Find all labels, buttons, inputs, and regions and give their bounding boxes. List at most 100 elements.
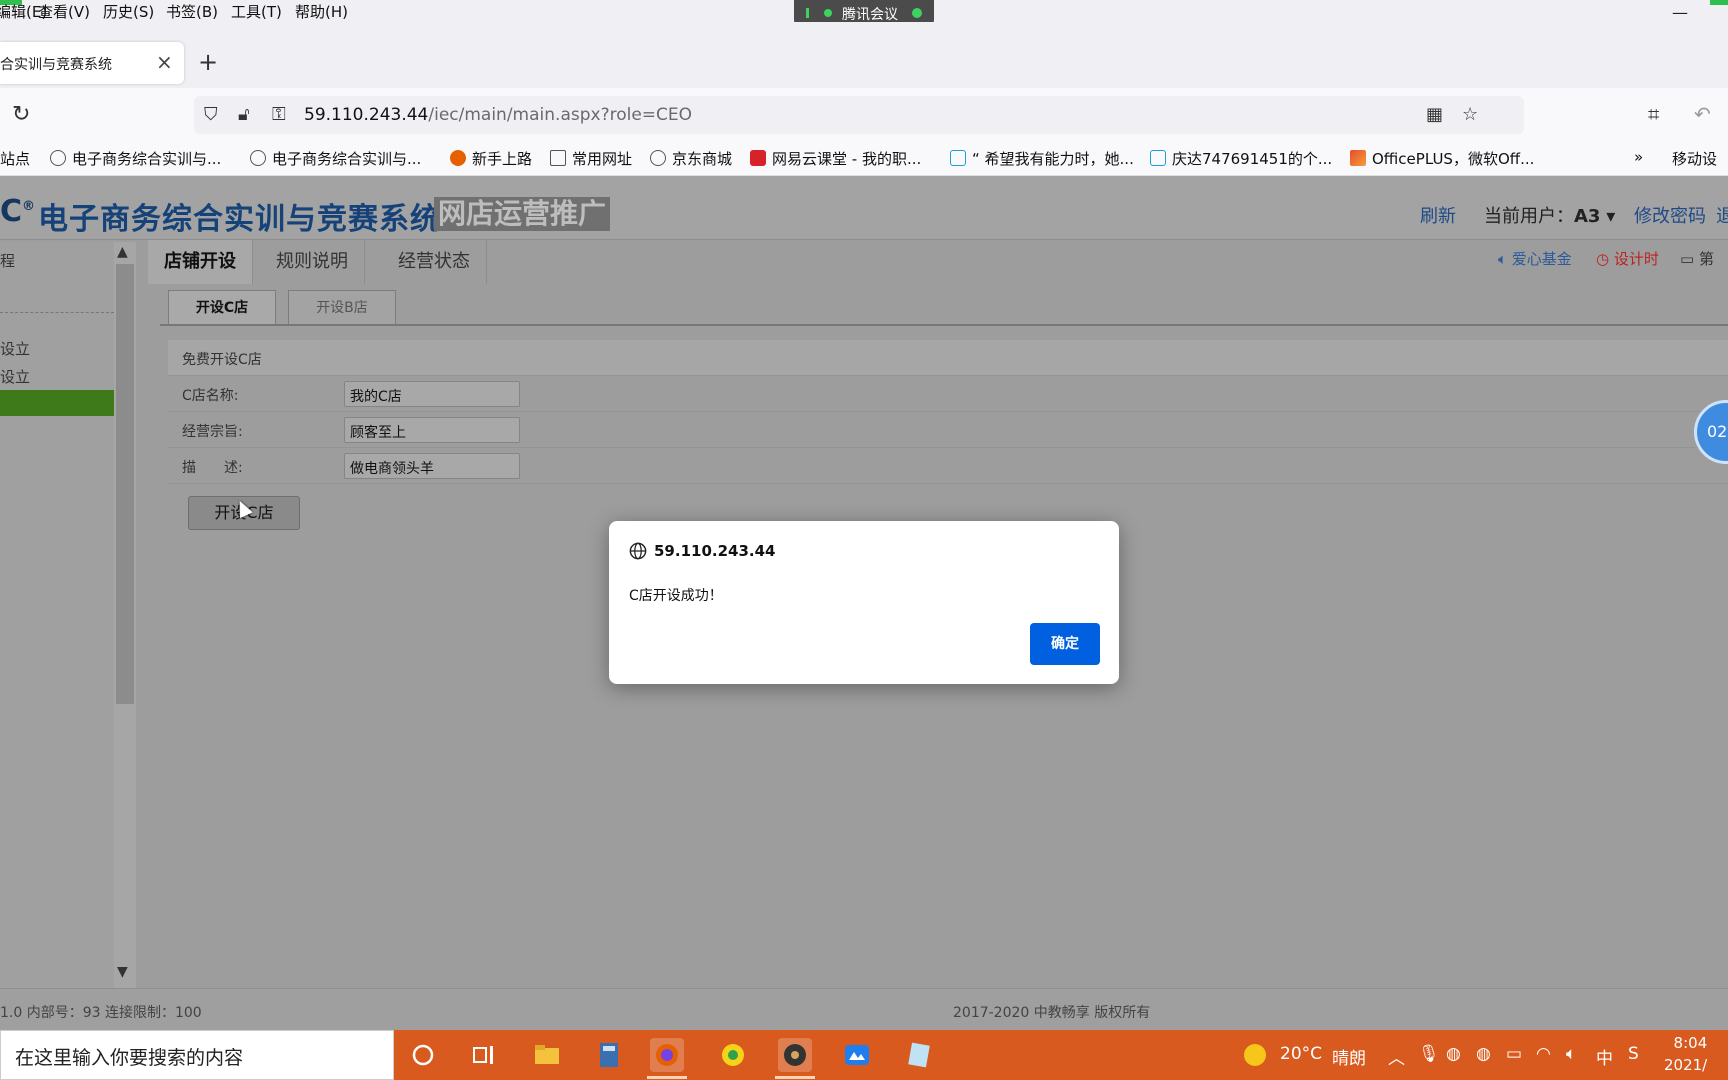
current-user[interactable]: 当前用户：A3 ▾ xyxy=(1484,202,1615,228)
love-fund-link[interactable]: 🔈︎ 爱心基金 xyxy=(1498,248,1572,269)
tab-shop-setup[interactable]: 店铺开设 xyxy=(148,240,253,284)
media-app-icon[interactable] xyxy=(778,1038,812,1072)
minimize-icon[interactable]: — xyxy=(1672,3,1688,22)
dialog-host: 59.110.243.44 xyxy=(654,542,776,560)
active-app-indicator xyxy=(775,1076,815,1079)
tab-business-status[interactable]: 经营状态 xyxy=(382,240,487,284)
qr-code-icon[interactable]: ▦ xyxy=(1426,104,1443,125)
firefox-icon xyxy=(450,150,466,166)
bookmark-item[interactable]: 站点 xyxy=(0,148,30,169)
bookmark-item[interactable]: 电子商务综合实训与... xyxy=(50,148,221,169)
bookmark-item[interactable]: 新手上路 xyxy=(450,148,532,169)
undo-icon[interactable]: ↶ xyxy=(1694,102,1711,126)
sidebar: 程 设立 设立 ▲ ▼ xyxy=(0,242,136,988)
site-header: C® 电子商务综合实训与竞赛系统 网店运营推广 刷新 当前用户：A3 ▾ 修改密… xyxy=(0,176,1728,240)
insecure-lock-icon[interactable]: 🔓︎ xyxy=(238,104,250,125)
wifi-icon[interactable]: ◠ xyxy=(1536,1044,1551,1064)
change-password-link[interactable]: 修改密码 xyxy=(1634,202,1706,228)
page-footer: 1.0 内部号：93 连接限制：100 2017-2020 中教畅享 版权所有 xyxy=(0,988,1728,1030)
shop-name-label: C店名称: xyxy=(182,388,239,404)
menu-help[interactable]: 帮助(H) xyxy=(295,1,348,22)
task-view-icon[interactable] xyxy=(468,1038,502,1072)
logout-link[interactable]: 退 xyxy=(1716,202,1728,228)
navigation-bar: ↻ ⛉ 🔓︎ ⚿ 59.110.243.44/iec/main/main.asp… xyxy=(0,88,1728,142)
volume-icon[interactable]: 🔈︎ xyxy=(1566,1044,1576,1064)
bookmark-item[interactable]: 电子商务综合实训与... xyxy=(250,148,421,169)
bookmark-item[interactable]: 移动设 xyxy=(1672,148,1717,169)
notes-app-icon[interactable] xyxy=(902,1038,936,1072)
bookmark-item[interactable]: “ 希望我有能力时，她... xyxy=(950,148,1134,169)
menu-view[interactable]: 查看(V) xyxy=(38,1,90,22)
shop-name-field[interactable]: 我的C店 xyxy=(344,381,520,407)
qq-icon[interactable]: ◍ xyxy=(1446,1044,1461,1064)
scroll-down-icon[interactable]: ▼ xyxy=(117,964,128,980)
firefox-taskbar-icon[interactable] xyxy=(650,1038,684,1072)
bookmark-item[interactable]: 庆达747691451的个... xyxy=(1150,148,1332,169)
music-app-icon[interactable] xyxy=(716,1038,750,1072)
status-dot-icon xyxy=(824,9,832,17)
url-text[interactable]: 59.110.243.44/iec/main/main.aspx?role=CE… xyxy=(304,105,692,125)
temperature[interactable]: 20°C xyxy=(1280,1044,1322,1064)
reload-icon[interactable]: ↻ xyxy=(12,102,30,127)
menu-bookmarks[interactable]: 书签(B) xyxy=(166,1,218,22)
dialog-message: C店开设成功！ xyxy=(629,588,723,604)
globe-icon xyxy=(650,150,666,166)
system-clock[interactable]: 8:04 2021/ xyxy=(1664,1032,1707,1076)
sidebar-item[interactable]: 程 xyxy=(0,250,15,271)
recording-indicator-right xyxy=(1710,0,1728,5)
address-bar[interactable]: ⛉ 🔓︎ ⚿ 59.110.243.44/iec/main/main.aspx?… xyxy=(194,96,1524,134)
tab-open-b-shop[interactable]: 开设B店 xyxy=(288,290,396,324)
menu-history[interactable]: 历史(S) xyxy=(103,1,154,22)
sidebar-item[interactable]: 设立 xyxy=(0,366,30,387)
browser-tab[interactable]: 合实训与竞赛系统 × xyxy=(0,42,184,84)
site-logo: C® xyxy=(0,194,36,229)
tencent-meeting-icon[interactable] xyxy=(840,1038,874,1072)
windows-taskbar: 在这里输入你要搜索的内容 20°C 晴朗 ︿ 🎙︎ ◍ ◍ ▭ ◠ 🔈︎ 中 S… xyxy=(0,1030,1728,1080)
period-indicator: ▭ 第 xyxy=(1680,250,1714,268)
bookmark-item[interactable]: OfficePLUS，微软Off... xyxy=(1350,148,1534,169)
sidebar-item[interactable]: 设立 xyxy=(0,338,30,359)
close-tab-icon[interactable]: × xyxy=(156,50,173,74)
tab-rules[interactable]: 规则说明 xyxy=(260,240,365,284)
sidebar-divider xyxy=(0,312,114,313)
timer-link[interactable]: ◷ 设计时 xyxy=(1596,248,1659,269)
file-explorer-icon[interactable] xyxy=(530,1038,564,1072)
bookmark-folder[interactable]: 常用网址 xyxy=(550,148,632,169)
description-field[interactable]: 做电商领头羊 xyxy=(344,453,520,479)
more-bookmarks-icon[interactable]: » xyxy=(1634,148,1643,166)
tab-title: 合实训与竞赛系统 xyxy=(0,57,112,73)
active-app-indicator xyxy=(647,1076,687,1079)
menu-tools[interactable]: 工具(T) xyxy=(231,1,282,22)
ime-indicator[interactable]: 中 xyxy=(1596,1044,1613,1069)
microphone-icon[interactable]: 🎙︎ xyxy=(1418,1044,1440,1064)
refresh-link[interactable]: 刷新 xyxy=(1420,202,1456,228)
tab-open-c-shop[interactable]: 开设C店 xyxy=(168,290,276,326)
battery-icon[interactable]: ▭ xyxy=(1506,1044,1522,1064)
calculator-icon[interactable] xyxy=(592,1038,626,1072)
bookmark-item[interactable]: 京东商城 xyxy=(650,148,732,169)
sidebar-scroll-thumb[interactable] xyxy=(116,264,134,704)
sidebar-item-active[interactable] xyxy=(0,390,114,416)
weather-text[interactable]: 晴朗 xyxy=(1332,1044,1366,1069)
sub-tab-underline xyxy=(160,324,1728,326)
tracking-shield-icon[interactable]: ⛉ xyxy=(204,104,218,125)
netease-icon xyxy=(750,150,766,166)
cortana-icon[interactable] xyxy=(406,1038,440,1072)
new-tab-icon[interactable]: + xyxy=(198,48,218,76)
key-icon[interactable]: ⚿ xyxy=(272,104,286,125)
bookmark-item[interactable]: 网易云课堂 - 我的职... xyxy=(750,148,921,169)
globe-icon xyxy=(250,150,266,166)
section-title: 免费开设C店 xyxy=(182,352,262,368)
site-title: 电子商务综合实训与竞赛系统 xyxy=(38,202,441,237)
scroll-up-icon[interactable]: ▲ xyxy=(117,244,128,260)
qq-icon-2[interactable]: ◍ xyxy=(1476,1044,1491,1064)
purpose-field[interactable]: 顾客至上 xyxy=(344,417,520,443)
form-row: 经营宗旨: 顾客至上 xyxy=(168,412,1728,448)
tray-expand-icon[interactable]: ︿ xyxy=(1388,1044,1405,1069)
taskbar-search-input[interactable]: 在这里输入你要搜索的内容 xyxy=(0,1030,394,1080)
bookmark-star-icon[interactable]: ☆ xyxy=(1462,104,1478,125)
screenshot-crop-icon[interactable]: ⌗ xyxy=(1648,102,1659,126)
meeting-label: 腾讯会议 xyxy=(842,7,898,23)
sogou-ime-icon[interactable]: S xyxy=(1628,1044,1639,1064)
ok-button[interactable]: 确定 xyxy=(1030,623,1100,665)
